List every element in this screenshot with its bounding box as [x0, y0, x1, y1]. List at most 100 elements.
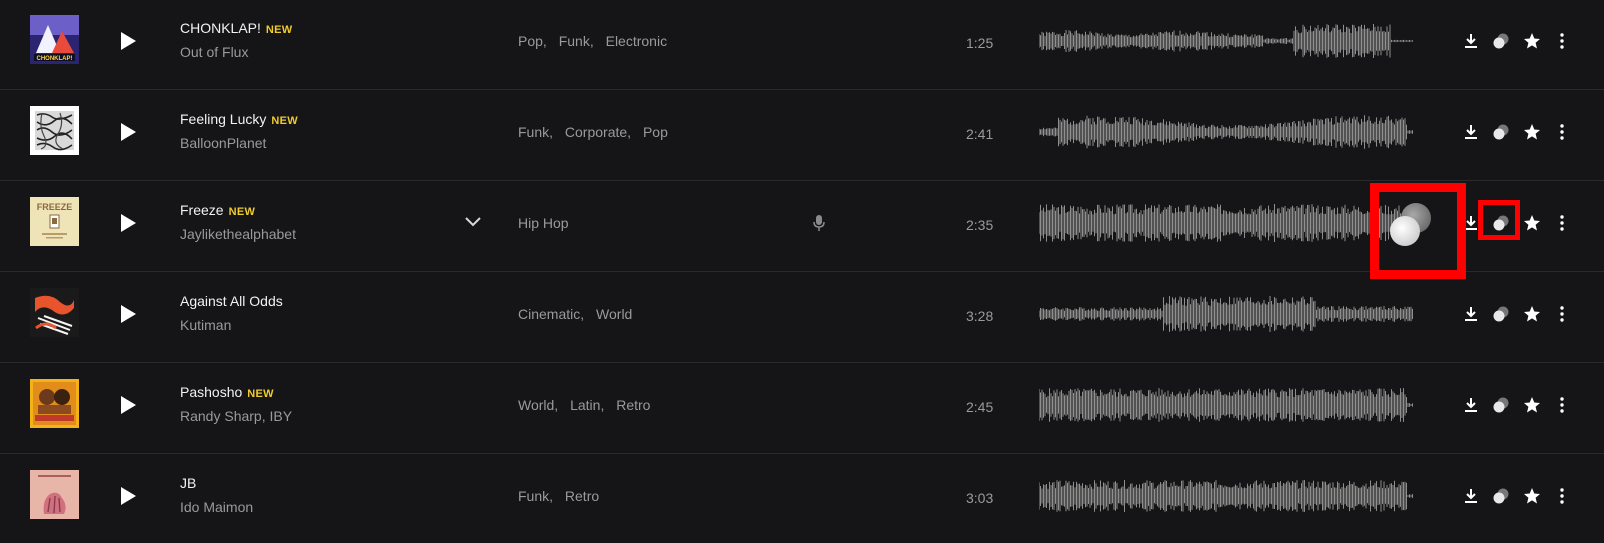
genre-list: World, Latin, Retro [518, 397, 658, 413]
genre-tag[interactable]: Pop, [518, 33, 547, 49]
genre-list: Cinematic, World [518, 306, 640, 322]
track-title[interactable]: Freeze [180, 202, 224, 218]
track-artist[interactable]: Randy Sharp, IBY [180, 408, 292, 424]
album-cover[interactable] [30, 379, 79, 428]
waveform[interactable] [1039, 384, 1414, 426]
chevron-down-icon[interactable] [465, 216, 481, 228]
genre-tag[interactable]: Corporate, [565, 124, 631, 140]
track-title[interactable]: Against All Odds [180, 293, 283, 309]
new-badge: NEW [265, 24, 293, 36]
track-row[interactable]: Against All Odds Kutiman Cinematic, Worl… [0, 273, 1604, 363]
genre-tag[interactable]: Cinematic, [518, 306, 584, 322]
genre-tag[interactable]: World, [518, 397, 558, 413]
play-icon[interactable] [118, 394, 138, 416]
genre-tag[interactable]: Electronic [606, 33, 667, 49]
waveform[interactable] [1039, 202, 1414, 244]
download-icon[interactable] [1462, 32, 1480, 50]
more-vertical-icon[interactable] [1553, 487, 1571, 505]
waveform[interactable] [1039, 111, 1414, 153]
star-icon[interactable] [1523, 32, 1541, 50]
star-icon[interactable] [1523, 214, 1541, 232]
play-icon[interactable] [118, 121, 138, 143]
star-icon[interactable] [1523, 396, 1541, 414]
genre-tag[interactable]: Funk, [559, 33, 594, 49]
genre-list: Hip Hop [518, 215, 577, 231]
track-duration: 2:41 [966, 126, 994, 142]
track-row[interactable]: Pashosho NEW Randy Sharp, IBY World, Lati… [0, 364, 1604, 454]
genre-tag[interactable]: Latin, [570, 397, 604, 413]
track-duration: 3:28 [966, 308, 994, 324]
track-title[interactable]: CHONKLAP! [180, 20, 261, 36]
track-duration: 1:25 [966, 35, 994, 51]
track-title[interactable]: Pashosho [180, 384, 242, 400]
track-duration: 3:03 [966, 490, 994, 506]
waveform[interactable] [1039, 20, 1414, 62]
track-row[interactable]: FREEZE Freeze NEW Jaylikethealphabet Hip … [0, 182, 1604, 272]
similar-tracks-icon[interactable] [1492, 396, 1510, 414]
track-title-line[interactable]: CHONKLAP! NEW [180, 20, 293, 36]
star-icon[interactable] [1523, 487, 1541, 505]
track-duration: 2:45 [966, 399, 994, 415]
track-title[interactable]: JB [180, 475, 196, 491]
more-vertical-icon[interactable] [1553, 123, 1571, 141]
download-icon[interactable] [1462, 305, 1480, 323]
similar-tracks-icon[interactable] [1492, 123, 1510, 141]
play-icon[interactable] [118, 485, 138, 507]
play-icon[interactable] [118, 30, 138, 52]
track-artist[interactable]: BalloonPlanet [180, 135, 266, 151]
genre-tag[interactable]: Hip Hop [518, 215, 569, 231]
new-badge: NEW [228, 206, 256, 218]
track-row[interactable]: Feeling Lucky NEW BalloonPlanet Funk, Cor… [0, 91, 1604, 181]
similar-tracks-icon[interactable] [1492, 32, 1510, 50]
waveform[interactable] [1039, 293, 1414, 335]
track-artist[interactable]: Jaylikethealphabet [180, 226, 296, 242]
download-icon[interactable] [1462, 396, 1480, 414]
genre-list: Funk, Retro [518, 488, 607, 504]
album-cover[interactable]: CHONKLAP! [30, 15, 79, 64]
track-title-line[interactable]: Freeze NEW [180, 202, 255, 218]
highlight-box-small [1478, 200, 1520, 240]
track-row[interactable]: JB Ido Maimon Funk, Retro 3:03 [0, 455, 1604, 543]
more-vertical-icon[interactable] [1553, 214, 1571, 232]
star-icon[interactable] [1523, 305, 1541, 323]
more-vertical-icon[interactable] [1553, 305, 1571, 323]
genre-tag[interactable]: Retro [616, 397, 650, 413]
waveform[interactable] [1039, 475, 1414, 517]
track-title-line[interactable]: JB [180, 475, 196, 491]
microphone-icon [813, 215, 825, 231]
genre-tag[interactable]: Pop [643, 124, 668, 140]
genre-tag[interactable]: Retro [565, 488, 599, 504]
similar-tracks-icon[interactable] [1383, 197, 1439, 253]
play-icon[interactable] [118, 303, 138, 325]
similar-tracks-icon[interactable] [1492, 305, 1510, 323]
genre-tag[interactable]: World [596, 306, 632, 322]
track-artist[interactable]: Kutiman [180, 317, 231, 333]
cover-text: CHONKLAP! [37, 56, 73, 62]
track-list: CHONKLAP! CHONKLAP! NEW Out of Flux Pop, … [0, 0, 1604, 543]
track-title[interactable]: Feeling Lucky [180, 111, 266, 127]
download-icon[interactable] [1462, 487, 1480, 505]
genre-list: Pop, Funk, Electronic [518, 33, 675, 49]
genre-list: Funk, Corporate, Pop [518, 124, 676, 140]
similar-tracks-icon[interactable] [1492, 487, 1510, 505]
album-cover[interactable] [30, 470, 79, 519]
album-cover[interactable] [30, 288, 79, 337]
track-row[interactable]: CHONKLAP! CHONKLAP! NEW Out of Flux Pop, … [0, 0, 1604, 90]
track-title-line[interactable]: Pashosho NEW [180, 384, 274, 400]
track-title-line[interactable]: Feeling Lucky NEW [180, 111, 298, 127]
genre-tag[interactable]: Funk, [518, 124, 553, 140]
cover-text: FREEZE [37, 202, 73, 212]
download-icon[interactable] [1462, 123, 1480, 141]
play-icon[interactable] [118, 212, 138, 234]
album-cover[interactable] [30, 106, 79, 155]
more-vertical-icon[interactable] [1553, 32, 1571, 50]
star-icon[interactable] [1523, 123, 1541, 141]
album-cover[interactable]: FREEZE [30, 197, 79, 246]
genre-tag[interactable]: Funk, [518, 488, 553, 504]
more-vertical-icon[interactable] [1553, 396, 1571, 414]
track-artist[interactable]: Out of Flux [180, 44, 248, 60]
new-badge: NEW [271, 115, 298, 127]
track-title-line[interactable]: Against All Odds [180, 293, 283, 309]
track-artist[interactable]: Ido Maimon [180, 499, 253, 515]
new-badge: NEW [247, 388, 274, 400]
